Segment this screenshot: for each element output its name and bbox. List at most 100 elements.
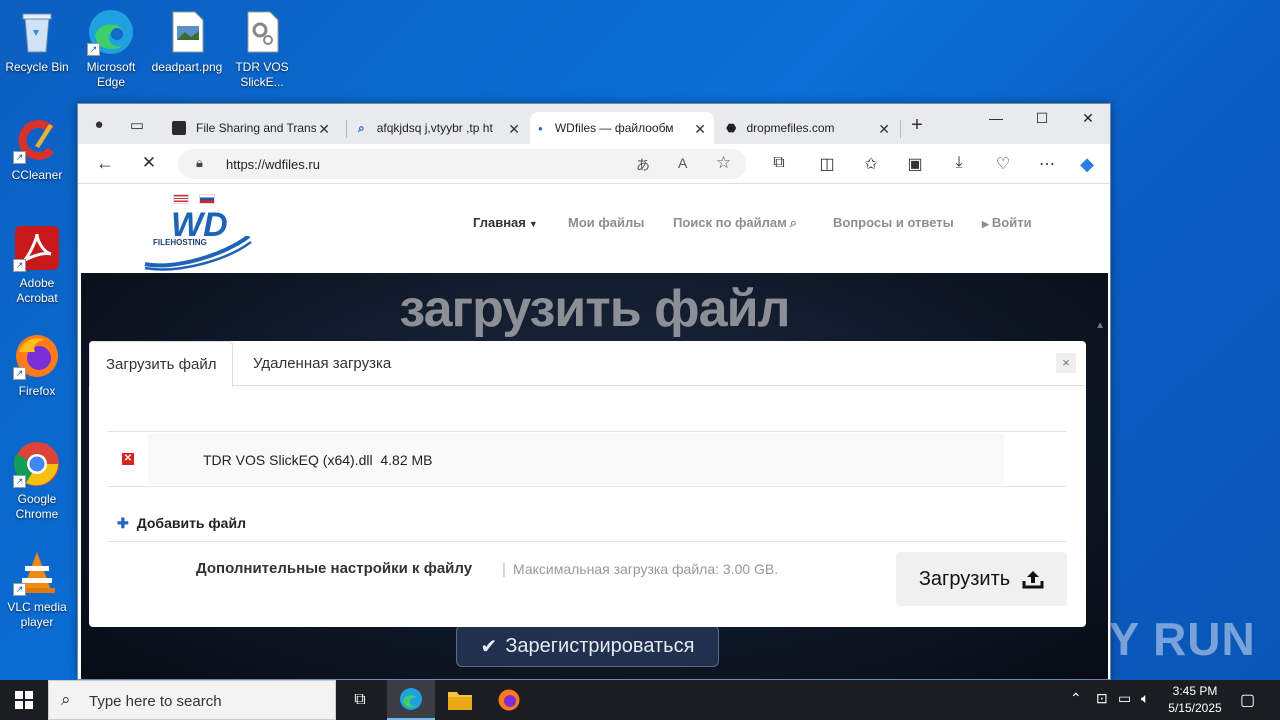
divider [108, 541, 1066, 542]
favorites-icon[interactable]: ✩ [860, 154, 882, 174]
search-placeholder: Type here to search [89, 693, 222, 710]
desktop-icon-recycle-bin[interactable]: Recycle Bin [0, 8, 74, 75]
desktop-icon-vlc[interactable]: ↗ VLC media player [0, 548, 74, 630]
desktop: Recycle Bin ↗ Microsoft Edge deadpart.pn… [0, 0, 1280, 680]
desktop-icon-chrome[interactable]: ↗ Google Chrome [0, 440, 74, 522]
url-text: https://wdfiles.ru [226, 157, 320, 172]
firefox-icon [498, 689, 520, 711]
clock-date: 5/15/2025 [1168, 701, 1222, 715]
nav-faq[interactable]: Вопросы и ответы [833, 215, 954, 230]
tab-actions-icon[interactable]: ▭ [126, 116, 148, 134]
taskbar: ⌕ Type here to search ⧉ ⌃ ⊡ ▭ 🔈︎ 3:45 PM… [0, 680, 1280, 720]
extensions-icon[interactable]: ⧉ [768, 154, 790, 172]
nav-login[interactable]: ▶ Войти [982, 215, 1032, 230]
check-icon: ✔ [480, 635, 498, 658]
profile-icon[interactable]: ● [88, 116, 110, 133]
tab-separator [900, 120, 901, 138]
tab-wdfiles[interactable]: ● WDfiles — файлообм ✕ [530, 112, 714, 144]
scroll-up-icon[interactable]: ▲ [1095, 320, 1105, 331]
tray-device-icon[interactable]: ⊡ [1096, 690, 1108, 707]
nav-my-files[interactable]: Мои файлы [568, 215, 644, 230]
advanced-settings-link[interactable]: Дополнительные настройки к файлу [196, 560, 472, 577]
desktop-icon-acrobat[interactable]: ↗ Adobe Acrobat [0, 224, 74, 306]
edge-icon: ↗ [87, 8, 135, 56]
clock-time: 3:45 PM [1172, 684, 1218, 698]
copilot-icon[interactable]: ◆ [1076, 154, 1098, 175]
notification-icon[interactable]: ▢ [1240, 690, 1255, 710]
dialog-tabs: Загрузить файл Удаленная загрузка × [89, 341, 1086, 387]
browser-essentials-icon[interactable]: ♡ [992, 154, 1014, 174]
collections-icon[interactable]: ▣ [904, 154, 926, 174]
close-tab-icon[interactable]: ✕ [318, 121, 330, 138]
tab-upload-file[interactable]: Загрузить файл [89, 341, 234, 387]
back-icon[interactable]: ← [94, 153, 116, 174]
settings-file-icon [238, 8, 286, 56]
downloads-icon[interactable]: ⤓ [948, 154, 970, 172]
caret-down-icon: ▼ [528, 219, 538, 229]
more-menu-icon[interactable]: ⋯ [1036, 154, 1058, 174]
taskbar-file-explorer[interactable] [436, 680, 484, 720]
tab-strip: ● ▭ File Sharing and Transf ✕ ⌕ afqkjdsq… [78, 104, 1110, 144]
tab-favicon-icon: ⬣ [726, 121, 737, 135]
taskbar-firefox[interactable] [485, 680, 533, 720]
close-tab-icon[interactable]: ✕ [694, 121, 706, 138]
site-header: WD FILEHOSTING Главная ▼ Мои файлы Поиск … [81, 184, 1108, 273]
desktop-icon-edge[interactable]: ↗ Microsoft Edge [74, 8, 148, 90]
close-window-icon[interactable]: ✕ [1068, 110, 1108, 127]
folder-icon [448, 692, 472, 710]
translate-icon[interactable]: あ [636, 155, 650, 175]
desktop-icon-dll[interactable]: TDR VOS SlickE... [225, 8, 299, 90]
start-button[interactable] [0, 680, 48, 720]
close-tab-icon[interactable]: ✕ [878, 121, 890, 138]
desktop-icon-deadpart[interactable]: deadpart.png [150, 8, 224, 75]
address-bar[interactable]: 🔒︎ https://wdfiles.ru あ A ☆ [178, 149, 746, 179]
nav-home[interactable]: Главная ▼ [473, 215, 538, 230]
volume-icon[interactable]: 🔈︎ [1141, 690, 1149, 707]
tray-overflow-icon[interactable]: ⌃ [1070, 690, 1082, 707]
close-tab-icon[interactable]: ✕ [508, 121, 520, 138]
upload-button[interactable]: Загрузить [896, 552, 1067, 606]
tab-remote-upload[interactable]: Удаленная загрузка [237, 341, 407, 386]
windows-icon [15, 691, 33, 709]
minimize-icon[interactable]: — [976, 110, 1016, 126]
read-aloud-icon[interactable]: A [678, 155, 687, 171]
flag-ru-icon[interactable] [199, 194, 215, 204]
tab-favicon-icon [172, 121, 186, 135]
site-info-icon: 🔒︎ [196, 155, 203, 170]
split-screen-icon[interactable]: ◫ [816, 154, 838, 174]
recycle-bin-icon [13, 8, 61, 56]
firefox-icon: ↗ [13, 332, 61, 380]
add-file-button[interactable]: ✚ Добавить файл [117, 515, 246, 532]
register-button[interactable]: ✔ Зарегистрироваться [456, 625, 719, 667]
flag-us-icon[interactable] [173, 194, 189, 204]
favorite-star-icon[interactable]: ☆ [716, 153, 731, 173]
new-tab-icon[interactable]: + [906, 114, 928, 137]
site-logo[interactable]: WD FILEHOSTING [143, 192, 253, 272]
stop-loading-icon[interactable]: ✕ [138, 153, 160, 173]
file-row: ✕ TDR VOS SlickEQ (x64).dll 4.82 MB [108, 431, 1066, 487]
network-icon[interactable]: ▭ [1118, 690, 1131, 707]
ccleaner-icon: ↗ [13, 116, 61, 164]
search-icon: ⌕ [789, 215, 798, 230]
nav-search[interactable]: Поиск по файлам ⌕ [673, 215, 797, 231]
desktop-icon-ccleaner[interactable]: ↗ CCleaner [0, 116, 74, 183]
search-icon: ⌕ [358, 120, 365, 135]
image-file-icon [163, 8, 211, 56]
edge-browser-window: ● ▭ File Sharing and Transf ✕ ⌕ afqkjdsq… [77, 103, 1111, 680]
desktop-icon-firefox[interactable]: ↗ Firefox [0, 332, 74, 399]
tab-file-sharing[interactable]: File Sharing and Transf ✕ [164, 112, 338, 144]
hero-title: загрузить файл [399, 280, 790, 338]
clock[interactable]: 3:45 PM 5/15/2025 [1160, 683, 1230, 717]
separator: | [502, 561, 506, 578]
task-view-icon[interactable]: ⧉ [336, 680, 384, 720]
tab-search[interactable]: ⌕ afqkjdsq j,vtyybr ,tp ht ✕ [350, 112, 528, 144]
taskbar-search[interactable]: ⌕ Type here to search [48, 680, 336, 720]
remove-file-icon[interactable]: ✕ [122, 453, 134, 465]
plus-icon: ✚ [117, 515, 129, 531]
taskbar-edge[interactable] [387, 680, 435, 720]
acrobat-icon: ↗ [13, 224, 61, 272]
dialog-close-button[interactable]: × [1056, 353, 1076, 373]
maximize-icon[interactable]: ☐ [1022, 110, 1062, 127]
tab-dropmefiles[interactable]: ⬣ dropmefiles.com ✕ [718, 112, 898, 144]
file-name: TDR VOS SlickEQ (x64).dll [203, 452, 373, 468]
